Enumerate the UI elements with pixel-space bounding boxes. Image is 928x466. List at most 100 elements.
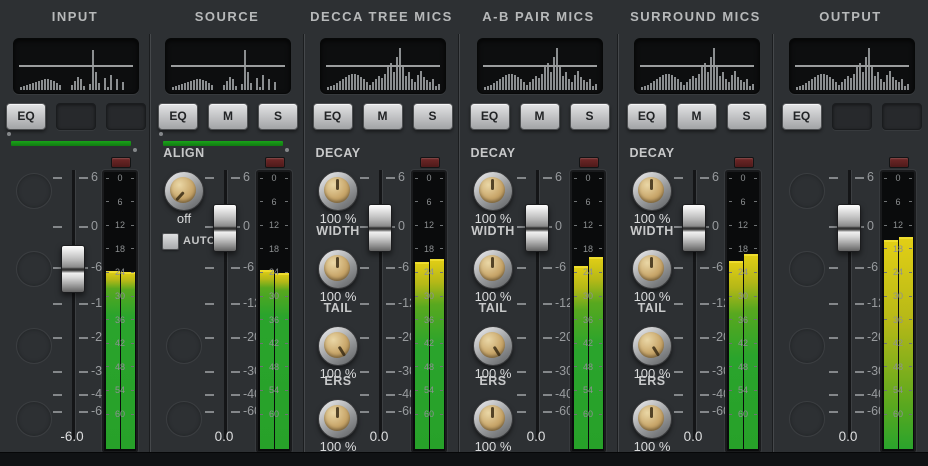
fader-tick-dash — [386, 337, 395, 339]
meter-tick-dash — [131, 414, 134, 415]
spectrum-bar — [695, 78, 697, 90]
meter-tick-dash — [285, 225, 288, 226]
meter-tick-dash — [729, 319, 732, 320]
fader-cap[interactable] — [61, 245, 85, 293]
mute-button[interactable]: M — [677, 103, 717, 130]
strip-title: A-B PAIR MICS — [459, 9, 618, 24]
spectrum-bar — [348, 75, 350, 90]
spectrum-bar — [32, 83, 34, 90]
meter-tick-dash — [574, 225, 577, 226]
eq-button[interactable]: EQ — [6, 103, 46, 130]
meter-tick-dash — [260, 343, 263, 344]
width-knob[interactable] — [473, 249, 513, 289]
fader-cap[interactable] — [837, 204, 861, 252]
trim-handle-left[interactable] — [159, 132, 163, 136]
meter-tick-dash — [574, 366, 577, 367]
fader-cap[interactable] — [682, 204, 706, 252]
fader-tick-dash — [53, 411, 62, 413]
solo-button[interactable]: S — [258, 103, 298, 130]
spectrum-bar — [193, 80, 195, 90]
spectrum-bar — [196, 79, 198, 90]
spectrum-bar — [883, 82, 885, 90]
clip-led — [111, 157, 131, 168]
spectrum-bar — [538, 78, 540, 90]
spectrum-bar — [202, 80, 204, 90]
fader-tick-dash — [674, 177, 683, 179]
fader-tick-dash — [855, 177, 864, 179]
trim-handle-right[interactable] — [133, 148, 137, 152]
meter-tick-dash — [440, 366, 443, 367]
meter-scale-label: 36 — [583, 315, 593, 325]
fader-track[interactable] — [72, 170, 75, 440]
decay-knob[interactable] — [318, 171, 358, 211]
fader-tick-dash — [543, 267, 552, 269]
fader-tick-dash — [674, 303, 683, 305]
meter-tick-dash — [754, 390, 757, 391]
spectrum-bar — [122, 82, 124, 90]
mute-button[interactable]: M — [520, 103, 560, 130]
tail-knob[interactable] — [473, 326, 513, 366]
eq-button[interactable]: EQ — [313, 103, 353, 130]
spectrum-bar — [351, 74, 353, 90]
meter-scale-tick: 48 — [260, 362, 288, 372]
meter-scale-label: 0 — [426, 173, 431, 183]
meter-scale-tick: 12 — [884, 220, 912, 230]
mute-button[interactable]: M — [208, 103, 248, 130]
spectrum-bar — [514, 75, 516, 90]
meter-tick-dash — [574, 414, 577, 415]
meter-scale-tick: 12 — [415, 220, 443, 230]
spectrum-bar — [360, 77, 362, 90]
fader-tick-dash — [231, 177, 240, 179]
meter-tick-dash — [440, 343, 443, 344]
meter-scale-tick: 18 — [260, 244, 288, 254]
eq-button[interactable]: EQ — [782, 103, 822, 130]
fader-tick-dash — [360, 394, 369, 396]
fader-tick-dash — [360, 177, 369, 179]
strip-title: SOURCE — [150, 9, 304, 24]
solo-button[interactable]: S — [570, 103, 610, 130]
width-knob[interactable] — [632, 249, 672, 289]
eq-button[interactable]: EQ — [470, 103, 510, 130]
tail-knob[interactable] — [632, 326, 672, 366]
trim-bar[interactable] — [11, 141, 131, 146]
auto-checkbox[interactable] — [162, 233, 179, 250]
spectrum-bar — [802, 85, 804, 90]
ghost-knob — [789, 173, 825, 209]
mute-button[interactable]: M — [363, 103, 403, 130]
width-knob[interactable] — [318, 249, 358, 289]
meter-scale-label: 54 — [424, 385, 434, 395]
solo-button[interactable]: S — [413, 103, 453, 130]
trim-handle-left[interactable] — [7, 132, 11, 136]
meter-scale-label: 36 — [269, 315, 279, 325]
spectrum-bar — [327, 87, 329, 90]
meter-tick-dash — [574, 178, 577, 179]
meter-tick-dash — [599, 296, 602, 297]
meter-scale-tick: 30 — [106, 291, 134, 301]
meter-scale-label: 60 — [738, 409, 748, 419]
meter-scale-tick: 60 — [106, 409, 134, 419]
fader-cap[interactable] — [368, 204, 392, 252]
fader-tick-dash — [700, 394, 709, 396]
zero-line — [171, 65, 285, 67]
fader-cap[interactable] — [525, 204, 549, 252]
align-knob[interactable] — [164, 171, 204, 211]
meter-scale-tick: 36 — [106, 315, 134, 325]
meter-scale-tick: 48 — [415, 362, 443, 372]
meter-scale-tick: 30 — [415, 291, 443, 301]
fader-tick-dash — [543, 411, 552, 413]
fader-tick-dash — [674, 411, 683, 413]
meter-tick-dash — [909, 272, 912, 273]
meter-scale-label: 30 — [115, 291, 125, 301]
solo-button[interactable]: S — [727, 103, 767, 130]
decay-knob[interactable] — [473, 171, 513, 211]
meter-scale-tick: 60 — [574, 409, 602, 419]
spectrum-bar — [342, 79, 344, 90]
eq-button[interactable]: EQ — [627, 103, 667, 130]
spectrum-bar — [190, 81, 192, 90]
meter-tick-dash — [599, 390, 602, 391]
tail-knob[interactable] — [318, 326, 358, 366]
fader-cap[interactable] — [213, 204, 237, 252]
decay-knob[interactable] — [632, 171, 672, 211]
trim-handle-right[interactable] — [285, 148, 289, 152]
eq-button[interactable]: EQ — [158, 103, 198, 130]
